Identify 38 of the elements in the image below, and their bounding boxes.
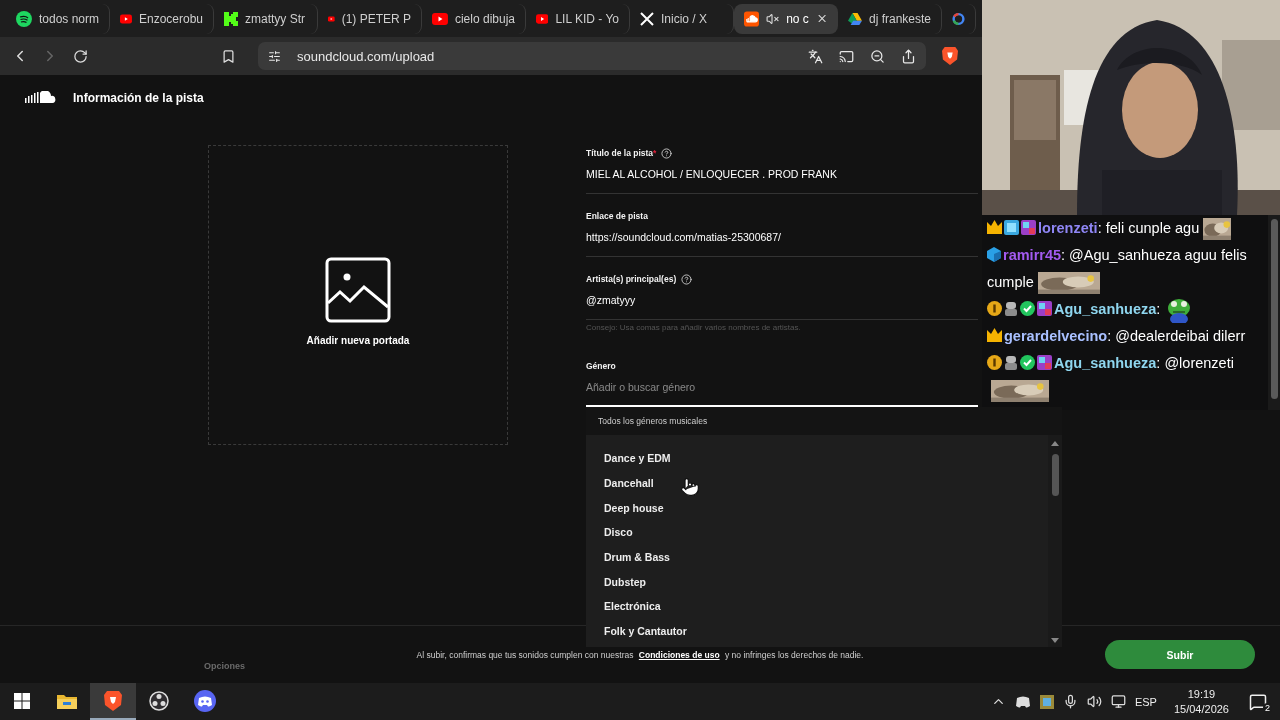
address-field[interactable]: soundcloud.com/upload: [258, 42, 926, 70]
clock[interactable]: 19:19 15/04/2026: [1173, 686, 1229, 717]
language-indicator[interactable]: ESP: [1134, 695, 1157, 708]
chat-message: Agu_sanhueza: @lorenzeti: [987, 350, 1264, 405]
genre-option[interactable]: Drum & Bass: [604, 544, 1048, 570]
cover-label: Añadir nueva portada: [306, 334, 410, 346]
field-label: Enlace de pista: [586, 211, 648, 221]
chat-message: Agu_sanhueza:: [987, 296, 1264, 324]
chat-message: ramirr45: @Agu_sanhueza aguu felis cumple: [987, 242, 1264, 296]
chat-message: gerardelvecino: @dealerdeibai dilerr: [987, 323, 1264, 351]
chat-message: lorenzeti: feli cunple agu: [987, 215, 1264, 242]
genre-option[interactable]: Folk y Cantautor: [604, 618, 1048, 644]
submit-button[interactable]: Subir: [1105, 640, 1255, 669]
consent-text: Al subir, confirmas que tus sonidos cumplen con nuestras Condiciones de uso y no infringes los derechos de nadie.: [416, 649, 864, 660]
browser-tab[interactable]: Enzocerobu: [110, 3, 214, 34]
genre-option[interactable]: Dancehall: [604, 470, 1048, 496]
genre-option[interactable]: Dubstep: [604, 569, 1048, 595]
text-field[interactable]: @zmatyyy: [586, 294, 978, 320]
text-field[interactable]: MIEL AL ALCOHOL / ENLOQUECER . PROD FRANK: [586, 168, 978, 194]
browser-tab[interactable]: LIL KID - Yo: [526, 3, 630, 34]
field-label: Artista(s) principal(es): [586, 274, 677, 284]
browser-tab[interactable]: zmattyy Str: [214, 3, 318, 34]
terms-link[interactable]: Condiciones de uso: [638, 649, 720, 660]
text-field[interactable]: https://soundcloud.com/matias-25300687/: [586, 231, 978, 257]
options-label: Opciones: [203, 661, 246, 673]
genre-option[interactable]: Deep house: [604, 495, 1048, 521]
field-label: Género: [586, 361, 616, 371]
field-label: Título de la pista*: [586, 148, 657, 158]
browser-tab[interactable]: dj frankeste: [838, 3, 942, 34]
page-title: Información de la pista: [73, 90, 204, 105]
cover-upload-area[interactable]: Añadir nueva portada: [208, 145, 508, 445]
genre-option[interactable]: Dance y EDM: [604, 446, 1048, 471]
browser-tab[interactable]: no c: [734, 3, 838, 34]
genre-option[interactable]: Electrónica: [604, 594, 1048, 619]
browser-tab[interactable]: (1) PETER P: [318, 3, 422, 34]
browser-tab[interactable]: todos norm: [6, 3, 110, 34]
genre-option[interactable]: Disco: [604, 520, 1048, 545]
browser-tab[interactable]: cielo dibuja: [422, 3, 526, 34]
